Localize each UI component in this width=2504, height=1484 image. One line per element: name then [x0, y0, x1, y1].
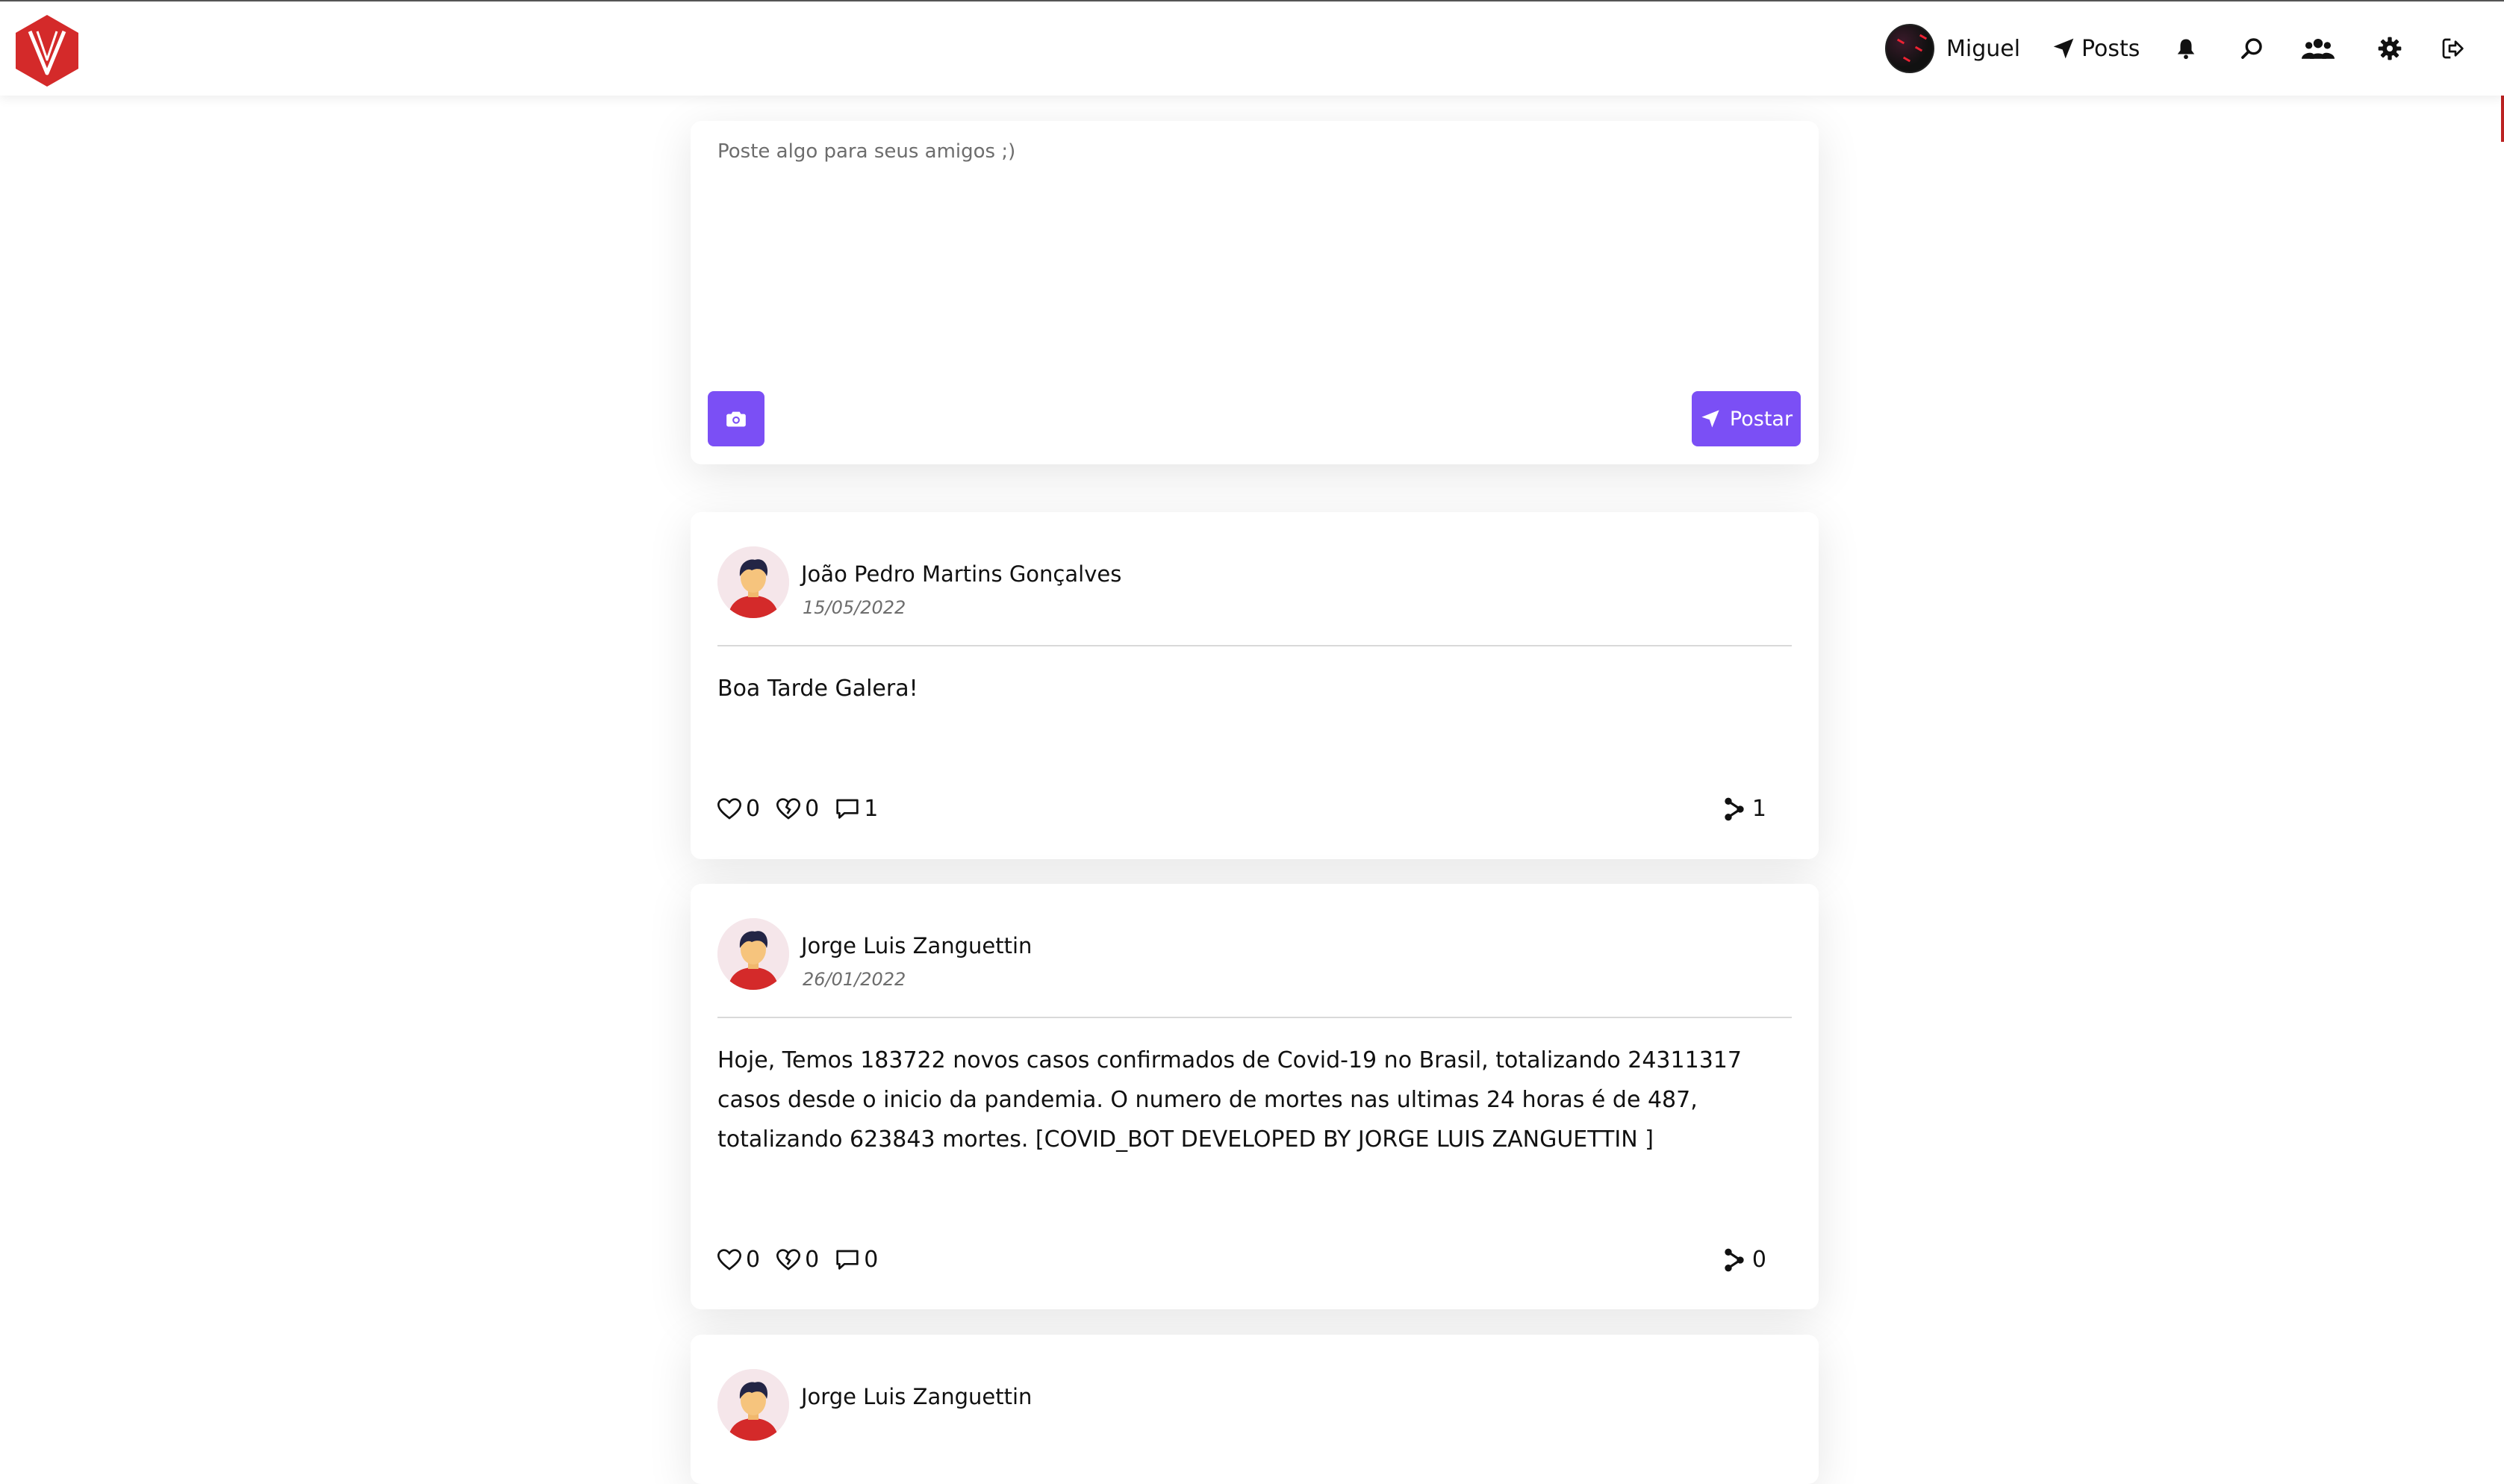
- composer-input[interactable]: Poste algo para seus amigos ;): [717, 140, 1015, 163]
- users-icon[interactable]: [2301, 30, 2335, 67]
- dislike-count: 0: [805, 796, 820, 822]
- post-button[interactable]: Postar: [1692, 391, 1801, 446]
- paper-plane-icon: [1701, 410, 1719, 428]
- bell-icon[interactable]: [2169, 30, 2203, 67]
- post-card: Jorge Luis Zanguettin 26/01/2022 Hoje, T…: [691, 884, 1819, 1309]
- comment-icon: [836, 1250, 859, 1270]
- paper-plane-icon: [2053, 38, 2074, 59]
- like-count: 0: [746, 796, 761, 822]
- comment-icon: [836, 799, 859, 819]
- post-date: 26/01/2022: [803, 969, 906, 990]
- post-card: João Pedro Martins Gonçalves 15/05/2022 …: [691, 512, 1819, 859]
- nav-posts[interactable]: Posts: [2052, 1, 2140, 96]
- heart-icon: [717, 1248, 741, 1271]
- like-count: 0: [746, 1247, 761, 1273]
- share-icon: [1725, 797, 1744, 820]
- post-date: 15/05/2022: [803, 597, 906, 618]
- share-icon: [1725, 1248, 1744, 1271]
- share-count: 0: [1751, 1247, 1766, 1273]
- comment-button[interactable]: 1: [835, 796, 878, 822]
- user-name: Miguel: [1946, 35, 2021, 62]
- author-avatar[interactable]: [717, 546, 789, 618]
- post-actions: 0 0 0: [717, 1247, 894, 1273]
- like-button[interactable]: 0: [717, 1247, 760, 1273]
- post-divider: [717, 645, 1792, 646]
- dislike-count: 0: [805, 1247, 820, 1273]
- search-icon[interactable]: [2234, 30, 2269, 67]
- user-avatar: [1885, 24, 1934, 73]
- logout-icon[interactable]: [2435, 30, 2470, 67]
- post-author[interactable]: Jorge Luis Zanguettin: [801, 933, 1032, 958]
- post-author[interactable]: Jorge Luis Zanguettin: [801, 1384, 1032, 1409]
- post-text: Boa Tarde Galera!: [717, 676, 918, 702]
- broken-heart-icon: [776, 797, 801, 820]
- camera-icon: [726, 411, 746, 427]
- nav-posts-label: Posts: [2081, 35, 2140, 62]
- comment-count: 1: [864, 796, 879, 822]
- post-author[interactable]: João Pedro Martins Gonçalves: [801, 561, 1121, 587]
- post-card: Jorge Luis Zanguettin: [691, 1335, 1819, 1484]
- broken-heart-icon: [776, 1248, 801, 1271]
- author-avatar[interactable]: [717, 1369, 789, 1441]
- post-divider: [717, 1017, 1792, 1018]
- like-button[interactable]: 0: [717, 796, 760, 822]
- heart-icon: [717, 797, 741, 820]
- share-count: 1: [1751, 796, 1766, 822]
- comment-button[interactable]: 0: [835, 1247, 878, 1273]
- post-actions: 0 0 1: [717, 796, 894, 822]
- upload-photo-button[interactable]: [708, 391, 764, 446]
- nav-user[interactable]: Miguel: [1885, 1, 2020, 96]
- dislike-button[interactable]: 0: [776, 1247, 819, 1273]
- app-logo[interactable]: [13, 13, 81, 88]
- dislike-button[interactable]: 0: [776, 796, 819, 822]
- post-composer: Poste algo para seus amigos ;) Postar: [691, 121, 1819, 464]
- author-avatar[interactable]: [717, 918, 789, 990]
- comment-count: 0: [864, 1247, 879, 1273]
- share-button[interactable]: 1: [1724, 796, 1766, 822]
- post-text: Hoje, Temos 183722 novos casos confirmad…: [717, 1047, 1742, 1153]
- post-button-label: Postar: [1729, 407, 1793, 431]
- top-navbar: Miguel Posts: [0, 0, 2504, 96]
- share-button[interactable]: 0: [1724, 1247, 1766, 1273]
- gear-icon[interactable]: [2373, 30, 2407, 67]
